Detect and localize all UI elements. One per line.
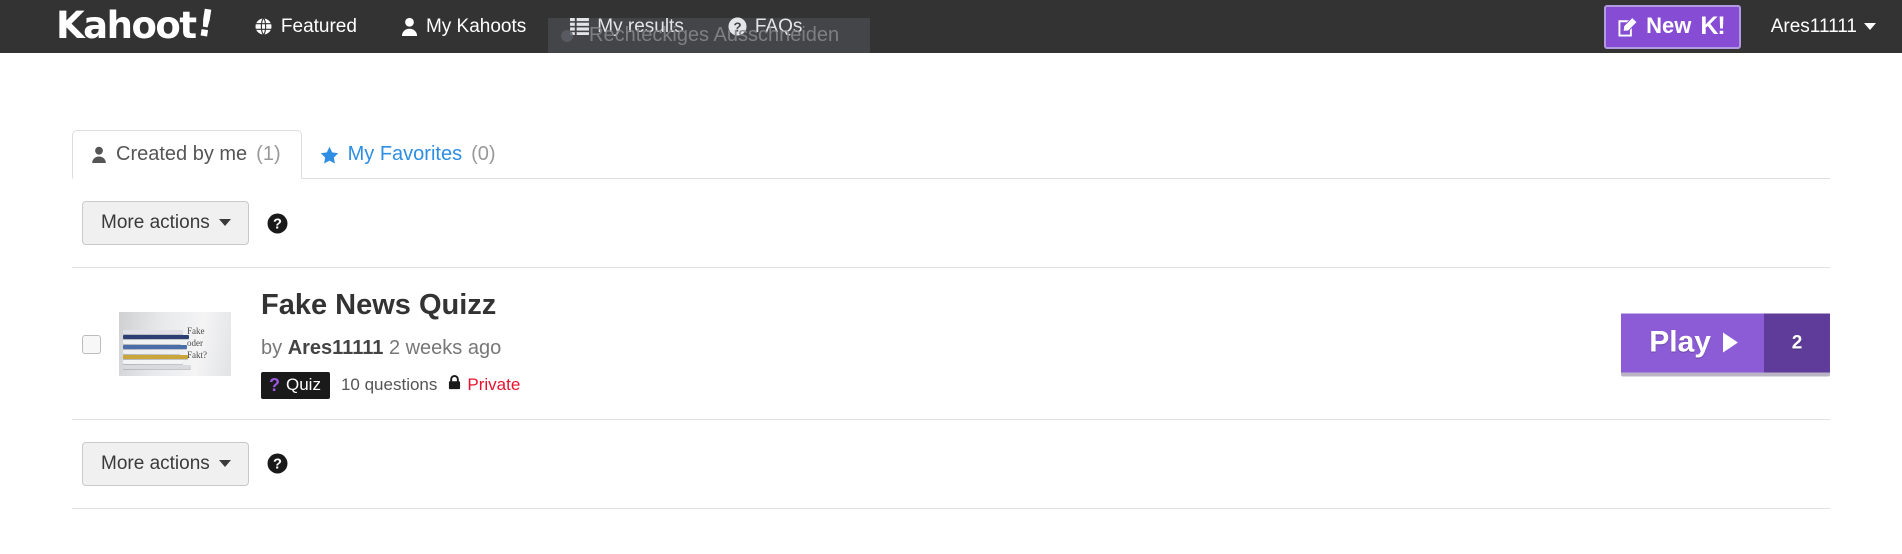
star-icon xyxy=(320,146,339,164)
question-count: 10 questions xyxy=(340,375,438,395)
more-actions-button-top[interactable]: More actions xyxy=(82,201,249,245)
tab-label-created-by-me: Created by me xyxy=(116,143,248,165)
new-button-k-glyph: K! xyxy=(1700,11,1725,40)
thumbnail-caption-line-1: Fake xyxy=(187,326,205,337)
more-actions-label-bottom: More actions xyxy=(101,452,210,474)
help-icon-top[interactable]: ? xyxy=(267,213,288,234)
globe-icon xyxy=(254,17,273,36)
top-navigation-bar: Kahoot! Featured My Kahoots My results ?… xyxy=(0,0,1902,53)
status-badge: ? Quiz xyxy=(261,371,330,399)
nav-item-faqs[interactable]: ? FAQs xyxy=(728,15,803,38)
nav-label-featured: Featured xyxy=(280,15,357,37)
play-triangle-icon xyxy=(1723,332,1738,353)
tab-my-favorites[interactable]: My Favorites (0) xyxy=(302,131,516,178)
nav-label-faqs: FAQs xyxy=(754,15,803,37)
page-body: Created by me (1) My Favorites (0) More … xyxy=(0,129,1902,509)
lock-icon xyxy=(448,375,461,395)
kahoot-thumbnail[interactable]: Fake oder Fakt? xyxy=(119,312,231,377)
thumbnail-caption: Fake oder Fakt? xyxy=(187,325,227,361)
content-container: Created by me (1) My Favorites (0) More … xyxy=(72,129,1830,509)
chevron-down-icon xyxy=(1864,23,1876,30)
svg-text:?: ? xyxy=(273,216,282,232)
tab-count-created-by-me: (1) xyxy=(256,143,281,165)
tab-count-my-favorites: (0) xyxy=(471,143,496,165)
nav-item-my-results[interactable]: My results xyxy=(570,16,684,38)
play-button-group[interactable]: Play 2 xyxy=(1621,313,1830,373)
kahoot-list-item: Fake oder Fakt? Fake News Quizz by Ares1… xyxy=(72,268,1830,420)
header-right-group: New K! Ares11111 xyxy=(1604,0,1902,53)
kahoot-logo[interactable]: Kahoot! xyxy=(56,1,216,47)
pencil-square-icon xyxy=(1618,16,1639,37)
main-nav: Featured My Kahoots My results ? FAQs xyxy=(254,16,802,38)
play-button[interactable]: Play xyxy=(1621,313,1764,373)
user-icon xyxy=(401,17,418,36)
newspaper-stack-graphic xyxy=(123,328,195,370)
tab-label-my-favorites: My Favorites xyxy=(347,143,463,165)
new-button-label: New xyxy=(1646,13,1692,38)
logo-text: Kahoot xyxy=(56,4,197,47)
list-icon xyxy=(570,18,590,35)
user-menu[interactable]: Ares11111 xyxy=(1771,16,1876,38)
byline-prefix: by xyxy=(261,336,283,359)
question-mark-icon: ? xyxy=(269,374,280,395)
user-icon xyxy=(91,146,107,163)
thumbnail-caption-line-2: oder xyxy=(187,338,203,349)
help-icon-bottom[interactable]: ? xyxy=(267,453,288,474)
chevron-down-icon xyxy=(218,219,231,226)
nav-item-my-kahoots[interactable]: My Kahoots xyxy=(401,16,526,38)
logo-exclamation: ! xyxy=(193,1,216,46)
svg-text:?: ? xyxy=(273,457,282,473)
row-select-checkbox[interactable] xyxy=(82,334,101,354)
new-kahoot-button[interactable]: New K! xyxy=(1604,4,1741,49)
top-actions-bar: More actions ? xyxy=(72,179,1830,268)
svg-text:?: ? xyxy=(733,19,741,34)
more-actions-label-top: More actions xyxy=(101,212,210,233)
chevron-down-icon xyxy=(218,459,231,467)
kahoot-meta: ? Quiz 10 questions Private xyxy=(261,371,520,399)
kahoot-author: Ares11111 xyxy=(287,336,384,359)
badge-label: Quiz xyxy=(286,375,321,395)
question-circle-icon: ? xyxy=(728,17,747,36)
visibility-label: Private xyxy=(467,375,521,395)
kahoot-info: Fake News Quizz by Ares11111 2 weeks ago… xyxy=(261,289,520,399)
nav-item-featured[interactable]: Featured xyxy=(254,16,357,38)
username-label: Ares11111 xyxy=(1770,15,1857,37)
visibility-status: Private xyxy=(448,375,520,395)
play-button-label: Play xyxy=(1649,325,1711,359)
kahoot-byline: by Ares11111 2 weeks ago xyxy=(261,337,520,360)
kahoot-title[interactable]: Fake News Quizz xyxy=(261,289,520,322)
tab-bar: Created by me (1) My Favorites (0) xyxy=(72,129,1830,179)
tab-created-by-me[interactable]: Created by me (1) xyxy=(72,130,302,179)
kahoot-timestamp: 2 weeks ago xyxy=(388,336,502,359)
more-actions-button-bottom[interactable]: More actions xyxy=(82,441,249,486)
nav-label-my-results: My results xyxy=(597,15,684,37)
thumbnail-caption-line-3: Fakt? xyxy=(187,350,207,361)
nav-label-my-kahoots: My Kahoots xyxy=(425,15,527,37)
play-count-badge[interactable]: 2 xyxy=(1764,313,1830,373)
bottom-actions-bar: More actions ? xyxy=(72,420,1830,509)
